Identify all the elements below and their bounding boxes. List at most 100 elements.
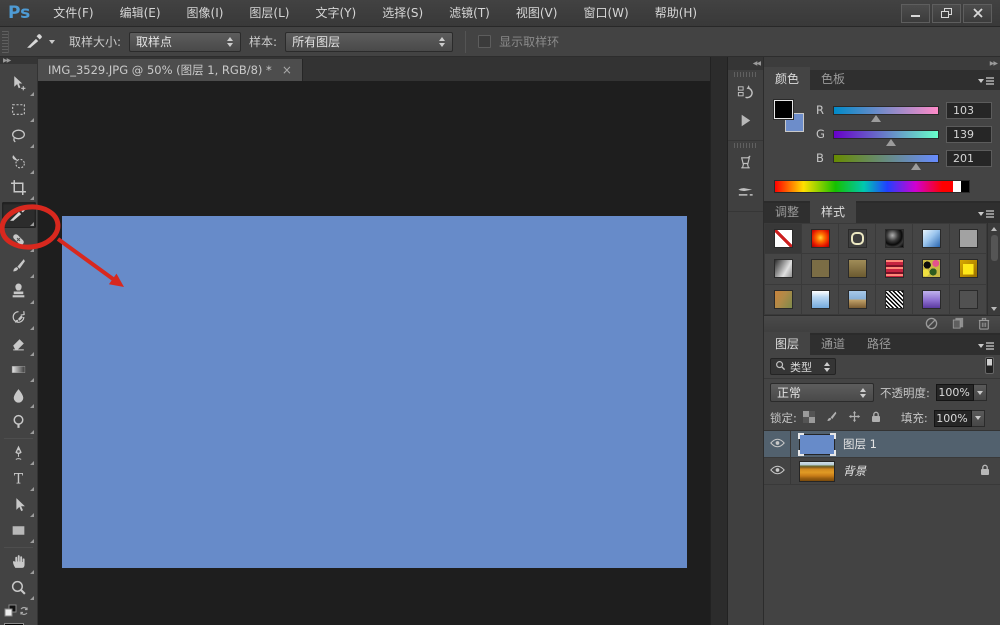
restore-button[interactable] xyxy=(932,4,961,23)
layer-visibility-toggle[interactable] xyxy=(764,458,791,484)
style-swatch-blue-sheen[interactable] xyxy=(913,224,949,253)
sample-source-select[interactable]: 所有图层 xyxy=(285,32,453,52)
pen-tool[interactable] xyxy=(2,441,36,467)
dock-gripper[interactable] xyxy=(734,143,757,148)
color-panel-tab[interactable]: 颜色 xyxy=(764,67,810,90)
actions-panel-button[interactable] xyxy=(731,109,761,135)
layer-row[interactable]: 图层 1 xyxy=(764,431,1000,458)
delete-style-button[interactable] xyxy=(978,317,990,333)
new-style-button[interactable] xyxy=(952,317,964,332)
menu-item[interactable]: 视图(V) xyxy=(503,0,571,26)
brush-tool[interactable] xyxy=(2,254,36,280)
style-swatch-plain-gray[interactable] xyxy=(950,224,986,253)
dock-expand-button[interactable]: ◀◀ xyxy=(728,57,763,70)
tool-preset-picker[interactable] xyxy=(21,30,61,54)
panel-menu-icon[interactable] xyxy=(977,204,1000,223)
panel-menu-icon[interactable] xyxy=(977,71,1000,90)
layer-visibility-toggle[interactable] xyxy=(764,431,791,457)
layer-filter-type-select[interactable]: 类型 xyxy=(770,358,836,375)
channel-slider-thumb[interactable] xyxy=(886,139,896,146)
lock-all-icon[interactable] xyxy=(871,411,881,426)
menu-item[interactable]: 选择(S) xyxy=(369,0,436,26)
layer-thumbnail[interactable] xyxy=(799,461,835,482)
document-tab[interactable]: IMG_3529.JPG @ 50% (图层 1, RGB/8) * × xyxy=(38,59,303,81)
color-panel-tab[interactable]: 色板 xyxy=(810,67,856,90)
menu-item[interactable]: 滤镜(T) xyxy=(436,0,503,26)
fill-value[interactable]: 100% xyxy=(934,410,972,427)
channel-slider[interactable] xyxy=(833,106,939,115)
layers-panel-tab[interactable]: 路径 xyxy=(856,332,902,355)
filter-toggle-switch[interactable] xyxy=(985,357,994,377)
channel-slider[interactable] xyxy=(833,154,939,163)
quick-selection-tool[interactable] xyxy=(2,150,36,176)
toolbar-collapse-button[interactable]: ▶▶ xyxy=(0,57,37,64)
clone-stamp-tool[interactable] xyxy=(2,280,36,306)
style-swatch-autumn-blur[interactable] xyxy=(765,285,801,314)
minimize-button[interactable] xyxy=(901,4,930,23)
style-swatch-red-glow[interactable] xyxy=(802,224,838,253)
style-swatch-dark-plain[interactable] xyxy=(950,285,986,314)
menu-item[interactable]: 编辑(E) xyxy=(107,0,174,26)
eraser-tool[interactable] xyxy=(2,332,36,358)
tab-close-icon[interactable]: × xyxy=(282,63,292,77)
brush-panel-button[interactable] xyxy=(731,152,761,178)
style-swatch-bw-noise[interactable] xyxy=(876,285,912,314)
channel-value-input[interactable]: 139 xyxy=(946,126,992,143)
close-button[interactable] xyxy=(963,4,992,23)
lock-position-icon[interactable] xyxy=(848,410,861,426)
style-swatch-sky-blue[interactable] xyxy=(802,285,838,314)
lock-transparency-icon[interactable] xyxy=(803,411,815,426)
menu-item[interactable]: 文件(F) xyxy=(40,0,106,26)
scroll-down-icon[interactable] xyxy=(991,307,997,311)
channel-slider-thumb[interactable] xyxy=(871,115,881,122)
styles-panel-tab[interactable]: 样式 xyxy=(810,200,856,223)
gradient-tool[interactable] xyxy=(2,358,36,384)
clear-style-button[interactable] xyxy=(925,317,938,333)
style-swatch-steel-gradient[interactable] xyxy=(765,254,801,283)
layer-row[interactable]: 背景 xyxy=(764,458,1000,485)
opacity-dropdown-button[interactable] xyxy=(974,384,987,401)
dock-gripper[interactable] xyxy=(734,72,757,77)
style-swatch-black-gloss[interactable] xyxy=(876,224,912,253)
crop-tool[interactable] xyxy=(2,176,36,202)
layer-thumbnail[interactable] xyxy=(799,434,835,455)
style-swatch-yellow-frame[interactable] xyxy=(950,254,986,283)
menu-item[interactable]: 图像(I) xyxy=(174,0,237,26)
blur-tool[interactable] xyxy=(2,384,36,410)
style-swatch-no-style[interactable] xyxy=(765,224,801,253)
scrollbar-thumb[interactable] xyxy=(991,235,998,261)
spectrum-black-swatch[interactable] xyxy=(961,181,969,192)
foreground-color-swatch[interactable] xyxy=(774,100,793,119)
channel-slider[interactable] xyxy=(833,130,939,139)
healing-brush-tool[interactable] xyxy=(2,228,36,254)
layers-panel-tab[interactable]: 通道 xyxy=(810,332,856,355)
rectangle-tool[interactable] xyxy=(2,519,36,545)
spectrum-white-swatch[interactable] xyxy=(953,181,961,192)
type-tool[interactable]: T xyxy=(2,467,36,493)
style-swatch-cream-frame[interactable] xyxy=(839,224,875,253)
eyedropper-tool[interactable] xyxy=(2,202,36,228)
options-bar-gripper[interactable] xyxy=(2,31,9,53)
style-swatch-violet-shadow[interactable] xyxy=(913,285,949,314)
zoom-tool[interactable] xyxy=(2,576,36,602)
menu-item[interactable]: 文字(Y) xyxy=(302,0,369,26)
fill-dropdown-button[interactable] xyxy=(972,410,985,427)
color-spectrum-ramp[interactable] xyxy=(774,180,970,193)
scroll-up-icon[interactable] xyxy=(991,227,997,231)
default-colors-and-swap-icon[interactable] xyxy=(4,607,30,621)
canvas-vertical-scrollbar[interactable] xyxy=(710,57,728,625)
spectrum-gradient[interactable] xyxy=(775,181,953,192)
lasso-tool[interactable] xyxy=(2,124,36,150)
style-swatch-camo[interactable] xyxy=(913,254,949,283)
blend-mode-select[interactable]: 正常 xyxy=(770,383,874,402)
move-tool[interactable] xyxy=(2,72,36,98)
panel-menu-icon[interactable] xyxy=(977,336,1000,355)
show-sampling-ring-checkbox[interactable] xyxy=(478,35,491,48)
document-image[interactable] xyxy=(62,216,687,568)
history-panel-button[interactable] xyxy=(731,81,761,107)
history-brush-tool[interactable] xyxy=(2,306,36,332)
menu-item[interactable]: 窗口(W) xyxy=(570,0,641,26)
menu-item[interactable]: 帮助(H) xyxy=(642,0,710,26)
lock-pixels-icon[interactable] xyxy=(825,410,838,426)
channel-value-input[interactable]: 103 xyxy=(946,102,992,119)
